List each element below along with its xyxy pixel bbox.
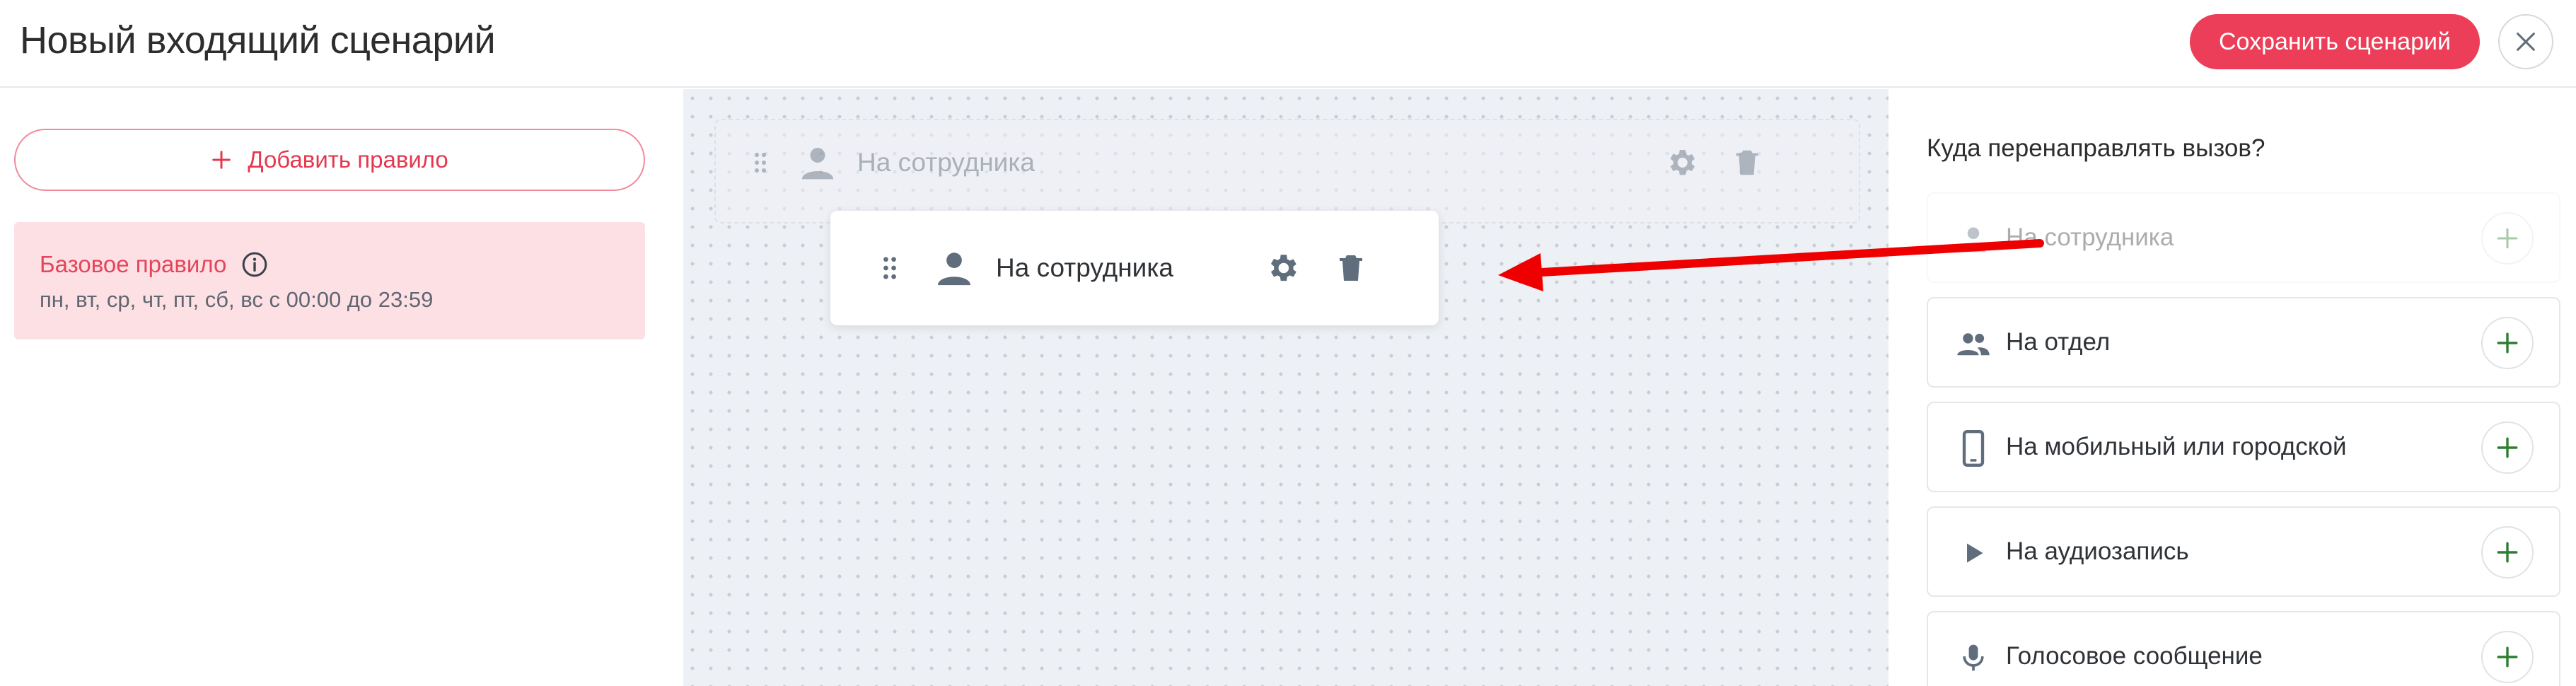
trash-icon[interactable] <box>1334 250 1368 286</box>
option-label: На аудиозапись <box>2006 537 2189 565</box>
add-department-button[interactable] <box>2481 317 2534 369</box>
group-icon <box>1954 324 1993 364</box>
rule-title: Базовое правило <box>40 251 227 277</box>
close-button[interactable] <box>2498 14 2553 69</box>
page-title: Новый входящий сценарий <box>20 19 496 62</box>
option-label: Голосовое сообщение <box>2006 642 2263 670</box>
add-phone-button[interactable] <box>2481 422 2534 474</box>
play-icon <box>1954 533 1993 573</box>
option-label: На отдел <box>2006 328 2111 356</box>
plus-icon <box>2497 646 2518 668</box>
smartphone-icon <box>1954 429 1993 468</box>
close-icon <box>2517 33 2535 51</box>
option-audio-recording[interactable]: На аудиозапись <box>1927 506 2560 597</box>
trash-icon <box>1736 150 1758 175</box>
add-rule-label: Добавить правило <box>248 146 448 173</box>
employee-node[interactable]: На сотрудника <box>830 211 1439 325</box>
rule-title-row: Базовое правило <box>40 250 269 279</box>
option-employee[interactable]: На сотрудника <box>1927 192 2560 283</box>
info-icon[interactable] <box>240 250 269 279</box>
destination-panel: Куда перенаправлять вызов? На сотрудника… <box>1889 89 2576 686</box>
employee-node-label: На сотрудника <box>996 253 1173 282</box>
gear-icon[interactable] <box>1265 250 1300 286</box>
option-label: На сотрудника <box>2006 223 2174 251</box>
employee-node-row: На сотрудника <box>830 211 1439 325</box>
gear-icon <box>1670 150 1695 175</box>
save-scenario-button[interactable]: Сохранить сценарий <box>2190 14 2480 69</box>
add-employee-button[interactable] <box>2481 212 2534 264</box>
rule-schedule: пн, вт, ср, чт, пт, сб, вс с 00:00 до 23… <box>40 287 434 312</box>
plus-icon <box>2497 332 2518 354</box>
add-rule-button[interactable]: Добавить правило <box>14 129 645 191</box>
ghost-node-label: На сотрудника <box>857 148 1035 177</box>
header: Новый входящий сценарий Сохранить сценар… <box>0 0 2576 88</box>
add-audio-button[interactable] <box>2481 526 2534 579</box>
person-icon <box>801 148 834 180</box>
option-mobile-or-landline[interactable]: На мобильный или городской <box>1927 402 2560 492</box>
drag-handle-icon[interactable] <box>883 256 897 280</box>
option-label: На мобильный или городской <box>2006 433 2347 460</box>
ghost-node-placeholder: На сотрудника <box>714 119 1860 223</box>
plus-icon <box>2497 228 2518 249</box>
person-icon <box>938 252 970 286</box>
drag-handle-icon <box>755 153 766 173</box>
plus-icon <box>2497 542 2518 563</box>
add-voice-message-button[interactable] <box>2481 631 2534 683</box>
option-department[interactable]: На отдел <box>1927 297 2560 388</box>
person-icon <box>1954 219 1993 259</box>
ghost-node-content: На сотрудника <box>716 120 1859 205</box>
option-voice-message[interactable]: Голосовое сообщение <box>1927 611 2560 686</box>
plus-icon <box>212 151 231 169</box>
scenario-canvas[interactable]: На сотрудника На сотрудника <box>683 89 1889 686</box>
rules-panel: Добавить правило Базовое правило пн, вт,… <box>0 89 683 686</box>
base-rule-card[interactable]: Базовое правило пн, вт, ср, чт, пт, сб, … <box>14 222 645 339</box>
microphone-icon <box>1954 638 1993 678</box>
destination-question: Куда перенаправлять вызов? <box>1927 134 2265 162</box>
plus-icon <box>2497 437 2518 458</box>
